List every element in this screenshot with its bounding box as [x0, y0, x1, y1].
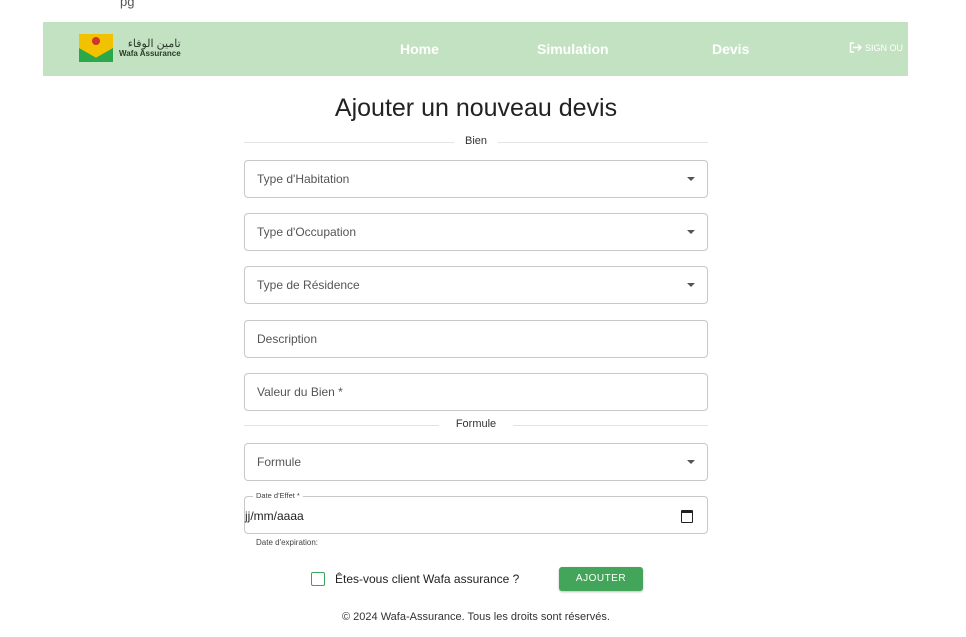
signout-label: SIGN OU [865, 42, 904, 53]
description-input[interactable]: Description [244, 320, 708, 358]
top-cropped-text: pg [120, 0, 135, 9]
client-checkbox-label[interactable]: Êtes-vous client Wafa assurance ? [335, 572, 519, 586]
client-checkbox[interactable] [311, 572, 325, 586]
calendar-icon[interactable] [681, 510, 693, 523]
page-title: Ajouter un nouveau devis [334, 94, 618, 122]
footer-copyright: © 2024 Wafa-Assurance. Tous les droits s… [342, 611, 610, 623]
nav-home[interactable]: Home [400, 41, 439, 57]
type-occupation-label: Type d'Occupation [257, 225, 357, 239]
type-habitation-label: Type d'Habitation [257, 172, 350, 186]
formule-label: Formule [257, 455, 302, 469]
caret-down-icon [687, 177, 695, 181]
brand-logo[interactable]: تامين الوفاء Wafa Assurance [79, 34, 181, 62]
date-effet-value: jj/mm/aaaa [245, 509, 304, 523]
section-label-formule: Formule [455, 418, 497, 430]
brand-name-arabic: تامين الوفاء [127, 37, 181, 50]
type-habitation-select[interactable]: Type d'Habitation [244, 160, 708, 198]
caret-down-icon [687, 283, 695, 287]
date-effet-label: Date d'Effet * [253, 491, 303, 500]
type-residence-select[interactable]: Type de Résidence [244, 266, 708, 304]
caret-down-icon [687, 230, 695, 234]
valeur-bien-input[interactable]: Valeur du Bien * [244, 373, 708, 411]
description-placeholder: Description [257, 332, 318, 346]
type-residence-label: Type de Résidence [257, 278, 360, 292]
brand-name: Wafa Assurance [119, 48, 181, 58]
nav-devis[interactable]: Devis [712, 41, 749, 57]
ajouter-button[interactable]: AJOUTER [559, 567, 643, 591]
section-label-bien: Bien [464, 135, 488, 147]
section-divider-formule: Formule [244, 418, 708, 432]
valeur-bien-placeholder: Valeur du Bien * [257, 385, 343, 399]
nav-simulation[interactable]: Simulation [537, 41, 609, 57]
section-divider-bien: Bien [244, 135, 708, 149]
navbar: تامين الوفاء Wafa Assurance Home Simulat… [43, 22, 908, 76]
signout-button[interactable]: SIGN OU [849, 42, 903, 53]
wafa-logo-icon [79, 34, 113, 62]
type-occupation-select[interactable]: Type d'Occupation [244, 213, 708, 251]
formule-select[interactable]: Formule [244, 443, 708, 481]
date-expiration-label: Date d'expiration: [256, 538, 319, 547]
logout-arrow-icon [849, 42, 862, 53]
date-effet-input[interactable]: Date d'Effet * jj/mm/aaaa [244, 491, 708, 534]
caret-down-icon [687, 460, 695, 464]
